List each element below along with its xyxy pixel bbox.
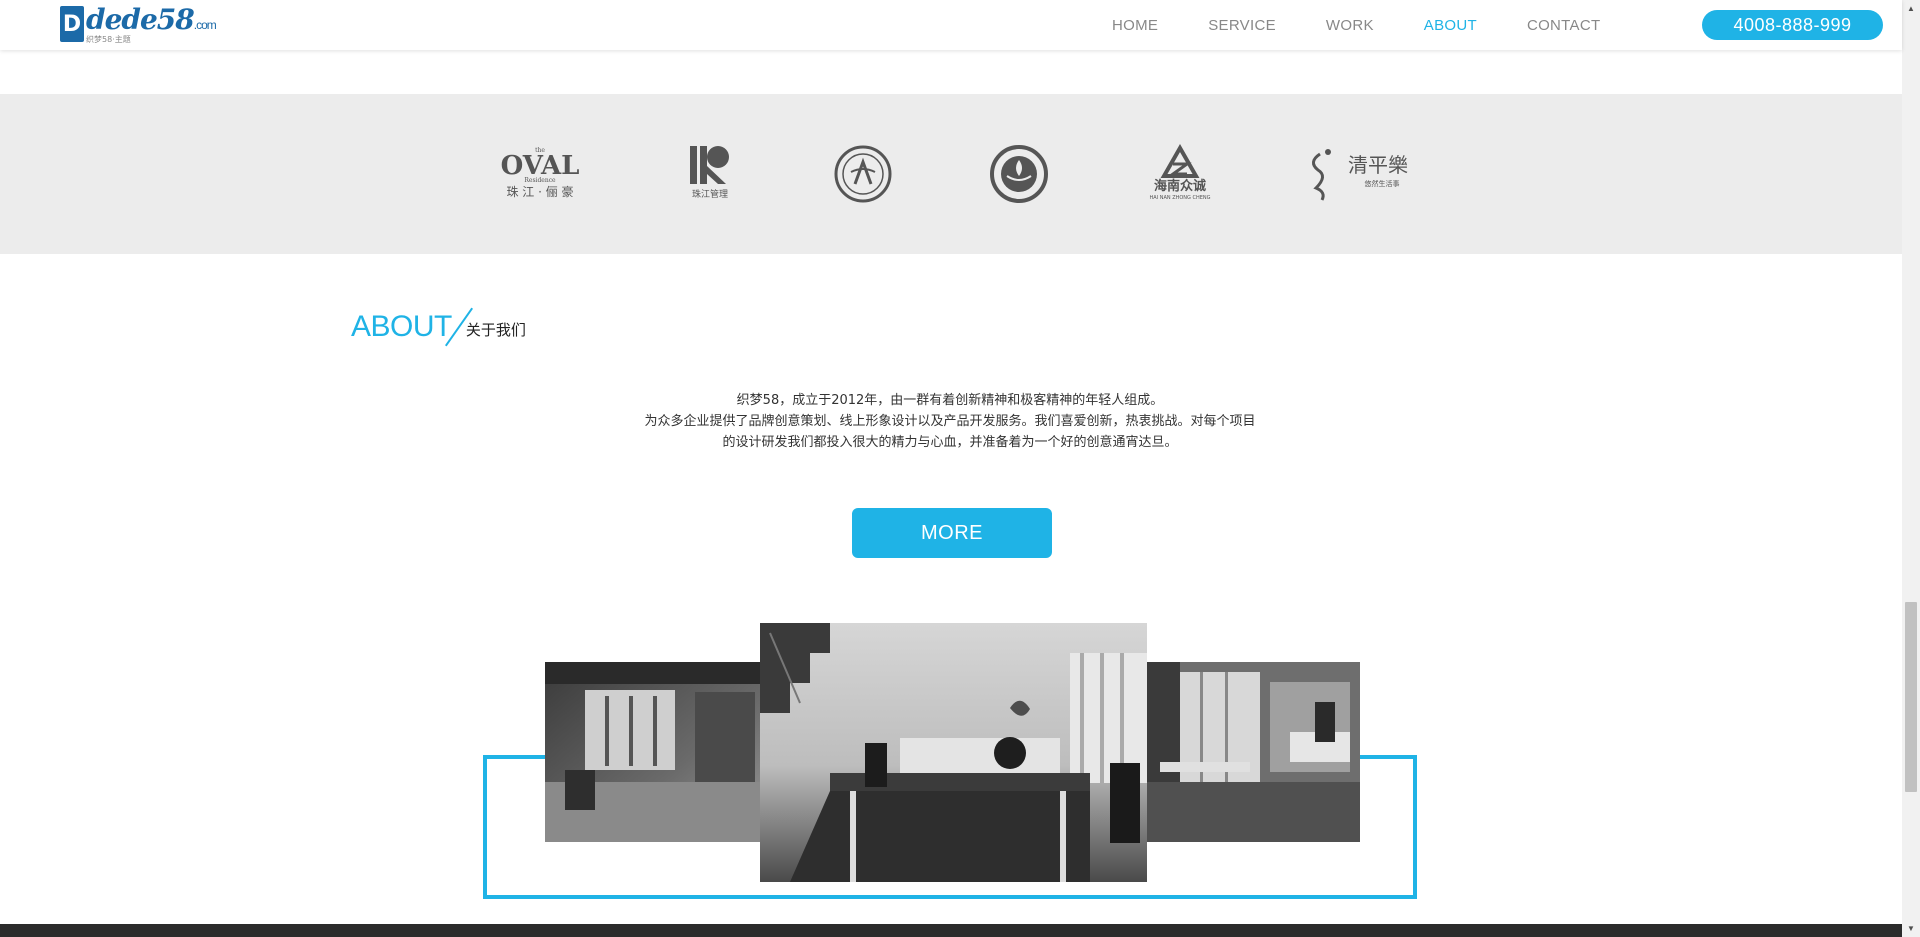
scroll-up-arrow-icon[interactable]: ▲ — [1902, 0, 1920, 17]
svg-text:Residence: Residence — [524, 177, 556, 184]
oval-residence-graphic: the OVAL Residence 珠 江 · 俪 豪 — [501, 147, 580, 199]
circular-emblem-graphic — [990, 145, 1048, 203]
oval-residence-logo[interactable]: the OVAL Residence 珠 江 · 俪 豪 — [490, 134, 590, 214]
logo-d-icon: D — [60, 6, 84, 42]
scroll-down-arrow-icon[interactable]: ▼ — [1902, 920, 1920, 937]
nav-work[interactable]: WORK — [1326, 17, 1374, 34]
footer — [0, 924, 1902, 937]
page-scrollbar[interactable]: ▲ ▼ — [1902, 0, 1920, 937]
logo-domain: .com — [193, 18, 217, 32]
about-title-en-text: ABOUT — [351, 310, 452, 343]
nav-service[interactable]: SERVICE — [1208, 17, 1276, 34]
scrollbar-thumb[interactable] — [1905, 602, 1917, 792]
svg-text:HAI NAN ZHONG CHENG: HAI NAN ZHONG CHENG — [1149, 195, 1210, 201]
site-logo[interactable]: D dede58.com 织梦58·主题 — [60, 3, 217, 45]
university-seal-logo[interactable] — [832, 134, 894, 214]
qingpinglue-graphic: 清平樂 悠然生活事 — [1312, 149, 1408, 201]
svg-text:清平樂: 清平樂 — [1348, 153, 1408, 177]
svg-text:珠 江 · 俪 豪: 珠 江 · 俪 豪 — [506, 184, 573, 199]
zhujiang-management-graphic: 珠江管理 — [690, 146, 729, 200]
nav-home[interactable]: HOME — [1112, 17, 1158, 34]
office-photo-left[interactable] — [545, 662, 761, 842]
about-paragraph: 织梦58，成立于2012年，由一群有着创新精神和极客精神的年轻人组成。 为众多企… — [560, 390, 1340, 453]
nav-about[interactable]: ABOUT — [1424, 17, 1477, 34]
office-photo-center[interactable] — [760, 623, 1147, 882]
phone-button[interactable]: 4008-888-999 — [1702, 10, 1883, 40]
hainan-zhongcheng-logo[interactable]: 海南众诚 HAI NAN ZHONG CHENG — [1140, 134, 1220, 214]
svg-text:海南众诚: 海南众诚 — [1154, 178, 1206, 194]
office-photo-center-image — [760, 623, 1147, 882]
logo-main-text: dede58.com — [86, 3, 217, 36]
about-title-en: ABOUT — [351, 307, 473, 347]
nav-contact[interactable]: CONTACT — [1527, 17, 1600, 34]
logo-name: dede58 — [86, 3, 195, 36]
logo-subtitle: 织梦58·主题 — [86, 35, 131, 44]
main-nav: HOME SERVICE WORK ABOUT CONTACT — [1112, 0, 1650, 50]
about-heading: ABOUT 关于我们 — [351, 307, 526, 347]
office-photo-right-image — [1140, 662, 1360, 842]
site-header: D dede58.com 织梦58·主题 HOME SERVICE WORK A… — [0, 0, 1902, 50]
qingpinglue-logo[interactable]: 清平樂 悠然生活事 — [1306, 134, 1416, 214]
svg-text:珠江管理: 珠江管理 — [692, 188, 728, 200]
zhujiang-management-logo[interactable]: 珠江管理 — [680, 134, 740, 214]
about-line-3: 的设计研发我们都投入很大的精力与心血，并准备着为一个好的创意通宵达旦。 — [722, 435, 1178, 450]
svg-text:悠然生活事: 悠然生活事 — [1365, 179, 1400, 188]
office-photo-left-image — [545, 662, 761, 842]
about-title-cn: 关于我们 — [465, 321, 526, 339]
office-photo-right[interactable] — [1140, 662, 1360, 842]
university-seal-graphic — [834, 145, 892, 203]
partners-band: the OVAL Residence 珠 江 · 俪 豪 珠江管理 海南众诚 H… — [0, 94, 1902, 254]
logo-wordmark: dede58.com 织梦58·主题 — [86, 3, 217, 45]
about-line-2: 为众多企业提供了品牌创意策划、线上形象设计以及产品开发服务。我们喜爱创新，热衷挑… — [644, 414, 1256, 429]
about-line-1: 织梦58，成立于2012年，由一群有着创新精神和极客精神的年轻人组成。 — [736, 393, 1164, 408]
more-button[interactable]: MORE — [852, 508, 1052, 558]
hainan-zhongcheng-graphic: 海南众诚 HAI NAN ZHONG CHENG — [1149, 144, 1211, 201]
circular-emblem-logo[interactable] — [988, 134, 1050, 214]
